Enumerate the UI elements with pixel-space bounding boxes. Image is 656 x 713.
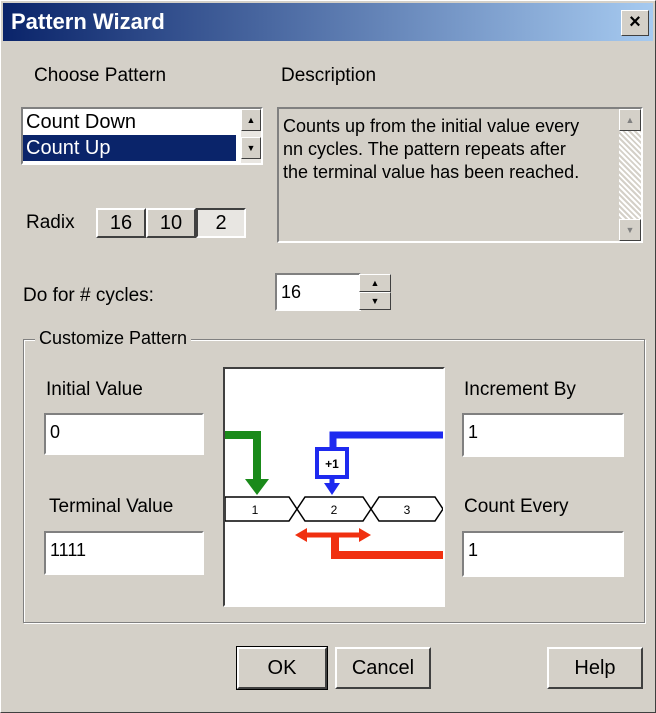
- arrow-up-icon: ▲: [625, 115, 635, 125]
- pattern-listbox-scrollbar[interactable]: ▲ ▼: [241, 109, 261, 163]
- customize-pattern-title: Customize Pattern: [35, 328, 192, 349]
- red-arrow-line: [331, 537, 443, 559]
- green-arrow-head: [245, 479, 269, 495]
- timeline-cell-1: [224, 496, 298, 522]
- list-item-count-up[interactable]: Count Up: [23, 135, 236, 161]
- timeline-cell-2-label: 2: [331, 503, 338, 517]
- arrow-up-icon: ▲: [370, 278, 380, 288]
- red-arrow-left-head: [295, 528, 307, 542]
- red-arrow-right-head: [359, 528, 371, 542]
- desc-scroll-down-button[interactable]: ▼: [619, 219, 641, 241]
- count-every-input[interactable]: 1: [462, 531, 624, 577]
- description-label: Description: [281, 65, 377, 86]
- stepper-down-button[interactable]: ▼: [359, 292, 391, 310]
- cancel-button[interactable]: Cancel: [335, 647, 431, 689]
- stepper-up-button[interactable]: ▲: [359, 274, 391, 292]
- help-button[interactable]: Help: [547, 647, 643, 689]
- description-scrollbar[interactable]: ▲ ▼: [619, 109, 641, 241]
- count-every-label: Count Every: [464, 496, 569, 517]
- radix-2-button[interactable]: 2: [196, 208, 246, 238]
- cycles-input[interactable]: 16: [275, 273, 361, 311]
- terminal-value-input[interactable]: 1111: [44, 531, 204, 575]
- scroll-down-button[interactable]: ▼: [241, 137, 261, 159]
- scroll-up-button[interactable]: ▲: [241, 109, 261, 131]
- arrow-up-icon: ▲: [246, 115, 256, 125]
- radix-button-group: 16 10 2: [96, 208, 246, 238]
- description-box: Counts up from the initial value every n…: [277, 107, 643, 243]
- choose-pattern-label: Choose Pattern: [34, 65, 167, 86]
- count-up-diagram-svg: +1 1 2 3: [224, 431, 444, 559]
- window-title: Pattern Wizard: [11, 9, 165, 34]
- arrow-down-icon: ▼: [625, 225, 635, 235]
- close-icon: ×: [629, 11, 641, 33]
- ok-button[interactable]: OK: [236, 646, 328, 690]
- radix-10-button[interactable]: 10: [146, 208, 196, 238]
- arrow-down-icon: ▼: [370, 296, 380, 306]
- timeline-cell-3-label: 3: [404, 503, 411, 517]
- green-arrow-line: [225, 431, 261, 481]
- close-button[interactable]: ×: [621, 10, 649, 36]
- pattern-listbox[interactable]: Count Down Count Up ▲ ▼: [21, 107, 263, 165]
- blue-arrow-head: [324, 483, 340, 495]
- timeline-cell-1-label: 1: [252, 503, 259, 517]
- increment-box-label: +1: [325, 457, 339, 471]
- description-text: Counts up from the initial value every n…: [283, 116, 580, 182]
- increment-by-label: Increment By: [464, 379, 576, 400]
- desc-scroll-up-button[interactable]: ▲: [619, 109, 641, 131]
- initial-value-label: Initial Value: [46, 379, 143, 400]
- increment-by-input[interactable]: 1: [462, 413, 624, 457]
- radix-16-button[interactable]: 16: [96, 208, 146, 238]
- pattern-wizard-dialog: Pattern Wizard × Choose Pattern Count Do…: [0, 0, 656, 713]
- cycles-stepper[interactable]: ▲ ▼: [359, 274, 391, 310]
- list-item-count-down[interactable]: Count Down: [23, 109, 236, 135]
- cycles-label: Do for # cycles:: [23, 285, 154, 306]
- radix-label: Radix: [26, 212, 75, 233]
- initial-value-input[interactable]: 0: [44, 413, 204, 455]
- terminal-value-label: Terminal Value: [49, 496, 174, 517]
- blue-arrow-line: [329, 431, 443, 453]
- title-bar: Pattern Wizard ×: [3, 3, 653, 41]
- pattern-diagram: +1 1 2 3: [223, 367, 445, 607]
- arrow-down-icon: ▼: [246, 143, 256, 153]
